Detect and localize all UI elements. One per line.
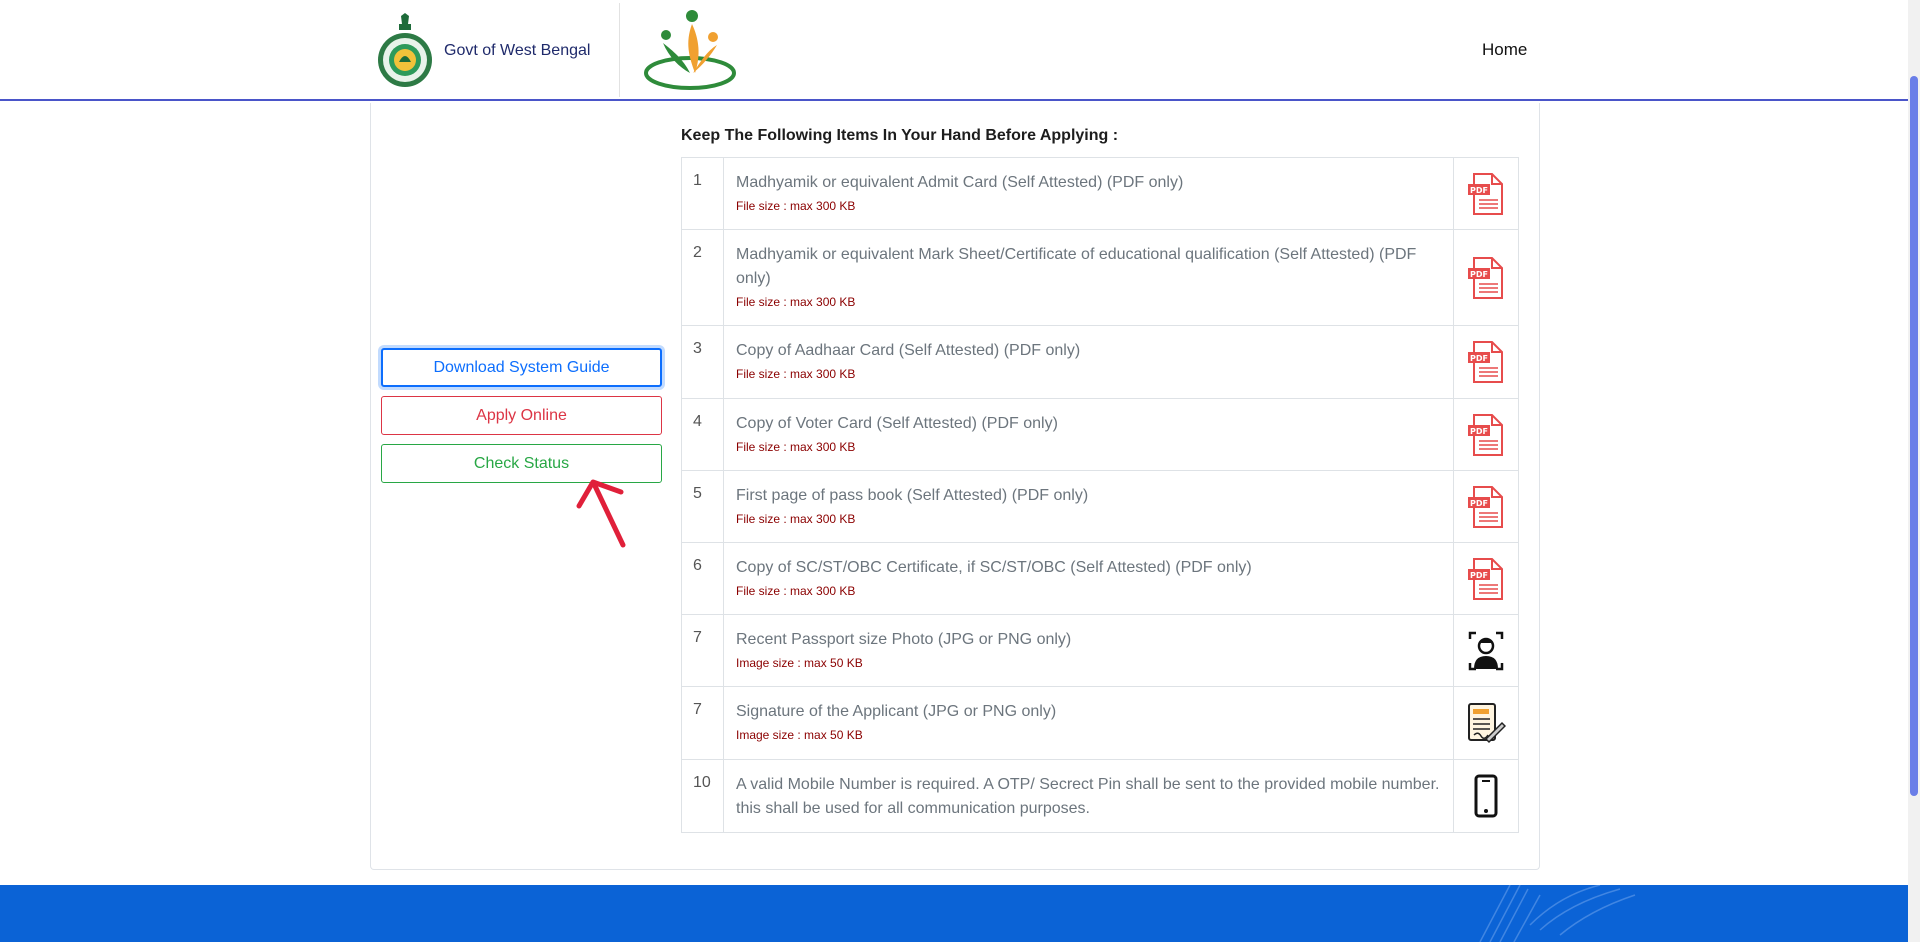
requirement-description: Copy of Aadhaar Card (Self Attested) (PD… [736,342,1081,359]
requirement-cell: Copy of Voter Card (Self Attested) (PDF … [723,398,1454,471]
requirement-icon-cell: PDF [1453,157,1519,230]
size-limit-note: File size : max 300 KB [736,199,856,213]
requirement-icon-cell: PDF [1453,542,1519,615]
wb-emblem-logo [378,13,432,87]
mobile-phone-icon [1474,774,1498,818]
requirement-cell: Copy of Aadhaar Card (Self Attested) (PD… [723,325,1454,399]
requirement-number: 6 [681,542,724,615]
size-limit-note: File size : max 300 KB [736,512,856,526]
requirement-description: Copy of SC/ST/OBC Certificate, if SC/ST/… [736,559,1252,576]
requirement-row: 7 Signature of the Applicant (JPG or PNG … [681,686,1519,760]
pdf-icon: PDF [1468,341,1503,383]
svg-text:PDF: PDF [1470,499,1488,508]
requirement-cell: Madhyamik or equivalent Mark Sheet/Certi… [723,229,1454,326]
pdf-icon: PDF [1468,256,1503,299]
requirement-description: Signature of the Applicant (JPG or PNG o… [736,703,1057,720]
requirement-icon-cell: PDF [1453,325,1519,399]
requirement-number: 7 [681,686,724,760]
requirement-row: 6 Copy of SC/ST/OBC Certificate, if SC/ST… [681,542,1519,615]
requirement-icon-cell [1453,759,1519,833]
requirement-description: Copy of Voter Card (Self Attested) (PDF … [736,415,1058,432]
svg-text:PDF: PDF [1470,270,1488,279]
scrollbar-track[interactable] [1908,0,1920,942]
size-limit-note: File size : max 300 KB [736,295,856,309]
nav-home-link[interactable]: Home [1482,40,1527,60]
footer [0,885,1908,942]
requirement-number: 1 [681,157,724,230]
header-divider [619,3,620,97]
requirement-icon-cell [1453,686,1519,760]
requirement-cell: Madhyamik or equivalent Admit Card (Self… [723,157,1454,230]
requirement-number: 10 [681,759,724,833]
pdf-icon: PDF [1468,485,1503,528]
requirement-icon-cell: PDF [1453,229,1519,326]
requirement-icon-cell [1453,614,1519,687]
size-limit-note: File size : max 300 KB [736,440,856,454]
requirement-number: 4 [681,398,724,471]
requirement-number: 5 [681,470,724,543]
signature-icon [1468,703,1506,744]
brand[interactable]: Govt of West Bengal [377,12,590,90]
requirements-title: Keep The Following Items In Your Hand Be… [681,127,1119,144]
requirement-icon-cell: PDF [1453,470,1519,543]
requirement-number: 7 [681,614,724,687]
requirement-description: Recent Passport size Photo (JPG or PNG o… [736,631,1072,648]
requirements-table: 1 Madhyamik or equivalent Admit Card (Sel… [681,157,1519,833]
requirement-cell: First page of pass book (Self Attested) … [723,470,1454,543]
svg-text:PDF: PDF [1470,354,1488,363]
face-scan-icon [1468,631,1504,670]
requirement-icon-cell: PDF [1453,398,1519,471]
requirement-number: 2 [681,229,724,326]
requirement-cell: Recent Passport size Photo (JPG or PNG o… [723,614,1454,687]
requirement-cell: Copy of SC/ST/OBC Certificate, if SC/ST/… [723,542,1454,615]
brand-name: Govt of West Bengal [444,42,591,59]
size-limit-note: File size : max 300 KB [736,367,856,381]
pdf-icon: PDF [1468,413,1503,456]
requirement-row: 2 Madhyamik or equivalent Mark Sheet/Cert… [681,229,1519,326]
scrollbar-thumb[interactable] [1910,76,1918,796]
requirement-row: 3 Copy of Aadhaar Card (Self Attested) (P… [681,325,1519,399]
svg-text:PDF: PDF [1470,186,1488,195]
size-limit-note: File size : max 300 KB [736,584,856,598]
requirement-row: 4 Copy of Voter Card (Self Attested) (PDF… [681,398,1519,471]
requirement-row: 7 Recent Passport size Photo (JPG or PNG … [681,614,1519,687]
size-limit-note: Image size : max 50 KB [736,728,863,742]
requirement-number: 3 [681,325,724,399]
requirement-row: 1 Madhyamik or equivalent Admit Card (Sel… [681,157,1519,230]
svg-text:PDF: PDF [1470,427,1488,436]
requirement-row: 10 A valid Mobile Number is required. A O… [681,759,1519,833]
red-annotation-arrow [576,479,626,548]
requirement-description: A valid Mobile Number is required. A OTP… [736,776,1440,817]
header: Govt of West Bengal Home [0,0,1908,101]
requirement-description: Madhyamik or equivalent Admit Card (Self… [736,174,1184,191]
requirement-row: 5 First page of pass book (Self Attested)… [681,470,1519,543]
requirement-description: First page of pass book (Self Attested) … [736,487,1089,504]
requirement-cell: Signature of the Applicant (JPG or PNG o… [723,686,1454,760]
requirement-cell: A valid Mobile Number is required. A OTP… [723,759,1454,833]
svg-text:PDF: PDF [1470,571,1488,580]
size-limit-note: Image size : max 50 KB [736,656,863,670]
download-system-guide-button[interactable]: Download System Guide [381,348,662,387]
apply-online-button[interactable]: Apply Online [381,396,662,435]
scheme-logo [644,10,736,90]
requirement-description: Madhyamik or equivalent Mark Sheet/Certi… [736,246,1417,287]
pdf-icon: PDF [1468,172,1503,215]
footer-decoration [1479,885,1636,942]
pdf-icon: PDF [1468,557,1503,600]
